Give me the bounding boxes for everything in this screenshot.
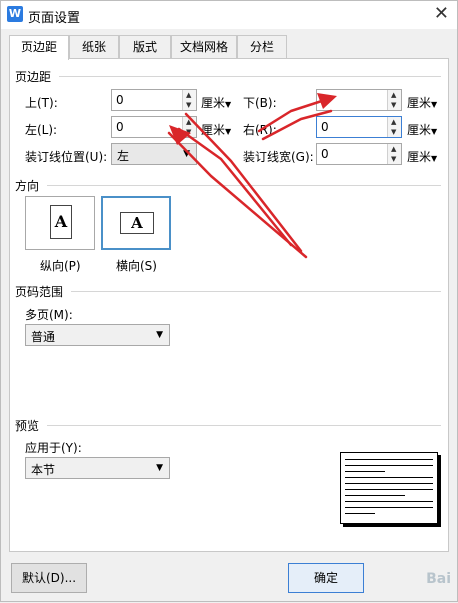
watermark-logo: Bai — [426, 571, 451, 587]
portrait-button[interactable]: A — [25, 196, 95, 250]
right-margin-value: 0 — [321, 120, 329, 134]
spin-down-icon[interactable]: ▼ — [186, 128, 191, 136]
gutter-width-spinner[interactable]: 0 ▲ ▼ — [316, 143, 402, 165]
wps-app-icon: W — [7, 6, 23, 22]
spin-up-icon[interactable]: ▲ — [391, 118, 396, 126]
tab-paper[interactable]: 纸张 — [69, 35, 119, 59]
tab-columns[interactable]: 分栏 — [237, 35, 287, 59]
landscape-page-icon: A — [120, 212, 154, 234]
tab-layout[interactable]: 版式 — [119, 35, 171, 59]
landscape-label: 横向(S) — [116, 259, 157, 273]
gutter-width-label: 装订线宽(G): — [243, 150, 314, 164]
bottom-margin-unit[interactable]: 厘米▼ — [407, 94, 437, 111]
left-margin-value: 0 — [116, 120, 124, 134]
right-margin-unit[interactable]: 厘米▼ — [407, 121, 437, 138]
left-margin-unit[interactable]: 厘米▼ — [201, 121, 231, 138]
apply-to-label: 应用于(Y): — [25, 441, 82, 455]
title-bar: W 页面设置 ✕ — [1, 1, 457, 29]
page-setup-dialog: W 页面设置 ✕ 页边距 纸张 版式 文档网格 分栏 页边距 上(T): 0 ▲… — [0, 0, 458, 602]
left-margin-spinner[interactable]: 0 ▲ ▼ — [111, 116, 197, 138]
gutter-width-unit[interactable]: 厘米▼ — [407, 148, 437, 165]
spin-down-icon[interactable]: ▼ — [391, 128, 396, 136]
multi-page-select[interactable]: 普通 ▼ — [25, 324, 170, 346]
portrait-page-icon: A — [50, 205, 72, 239]
top-margin-label: 上(T): — [25, 96, 58, 110]
bottom-margin-value: 0 — [321, 93, 329, 107]
landscape-button[interactable]: A — [101, 196, 171, 250]
spin-down-icon[interactable]: ▼ — [391, 101, 396, 109]
spin-up-icon[interactable]: ▲ — [186, 91, 191, 99]
spin-up-icon[interactable]: ▲ — [391, 145, 396, 153]
divider — [47, 185, 441, 186]
apply-to-select[interactable]: 本节 ▼ — [25, 457, 170, 479]
divider — [47, 425, 441, 426]
portrait-label: 纵向(P) — [40, 259, 81, 273]
multi-page-label: 多页(M): — [25, 308, 73, 322]
page-preview — [340, 452, 438, 524]
chevron-down-icon: ▼ — [431, 127, 438, 136]
top-margin-value: 0 — [116, 93, 124, 107]
tab-margins[interactable]: 页边距 — [9, 35, 69, 60]
page-range-section-title: 页码范围 — [15, 285, 64, 299]
margins-section-title: 页边距 — [15, 70, 52, 84]
tab-document-grid[interactable]: 文档网格 — [171, 35, 237, 59]
ok-button[interactable]: 确定 — [288, 563, 364, 593]
default-button[interactable]: 默认(D)... — [11, 563, 87, 593]
chevron-down-icon: ▼ — [225, 100, 232, 109]
right-margin-spinner[interactable]: 0 ▲ ▼ — [316, 116, 402, 138]
chevron-down-icon: ▼ — [156, 463, 163, 473]
left-margin-label: 左(L): — [25, 123, 58, 137]
right-margin-label: 右(R): — [243, 123, 277, 137]
spin-up-icon[interactable]: ▲ — [391, 91, 396, 99]
bottom-margin-spinner[interactable]: 0 ▲ ▼ — [316, 89, 402, 111]
chevron-down-icon: ▼ — [431, 154, 438, 163]
gutter-position-label: 装订线位置(U): — [25, 150, 108, 164]
spin-down-icon[interactable]: ▼ — [186, 101, 191, 109]
spin-down-icon[interactable]: ▼ — [391, 155, 396, 163]
chevron-down-icon: ▼ — [225, 127, 232, 136]
spin-up-icon[interactable]: ▲ — [186, 118, 191, 126]
chevron-down-icon: ▼ — [183, 149, 190, 159]
window-title: 页面设置 — [28, 11, 81, 26]
top-margin-unit[interactable]: 厘米▼ — [201, 94, 231, 111]
divider — [59, 76, 441, 77]
gutter-position-select[interactable]: 左 ▼ — [111, 143, 197, 165]
top-margin-spinner[interactable]: 0 ▲ ▼ — [111, 89, 197, 111]
chevron-down-icon: ▼ — [156, 330, 163, 340]
close-icon[interactable]: ✕ — [434, 4, 449, 24]
chevron-down-icon: ▼ — [431, 100, 438, 109]
orientation-section-title: 方向 — [15, 179, 40, 193]
gutter-width-value: 0 — [321, 147, 329, 161]
preview-section-title: 预览 — [15, 419, 40, 433]
bottom-margin-label: 下(B): — [243, 96, 277, 110]
divider — [71, 291, 441, 292]
